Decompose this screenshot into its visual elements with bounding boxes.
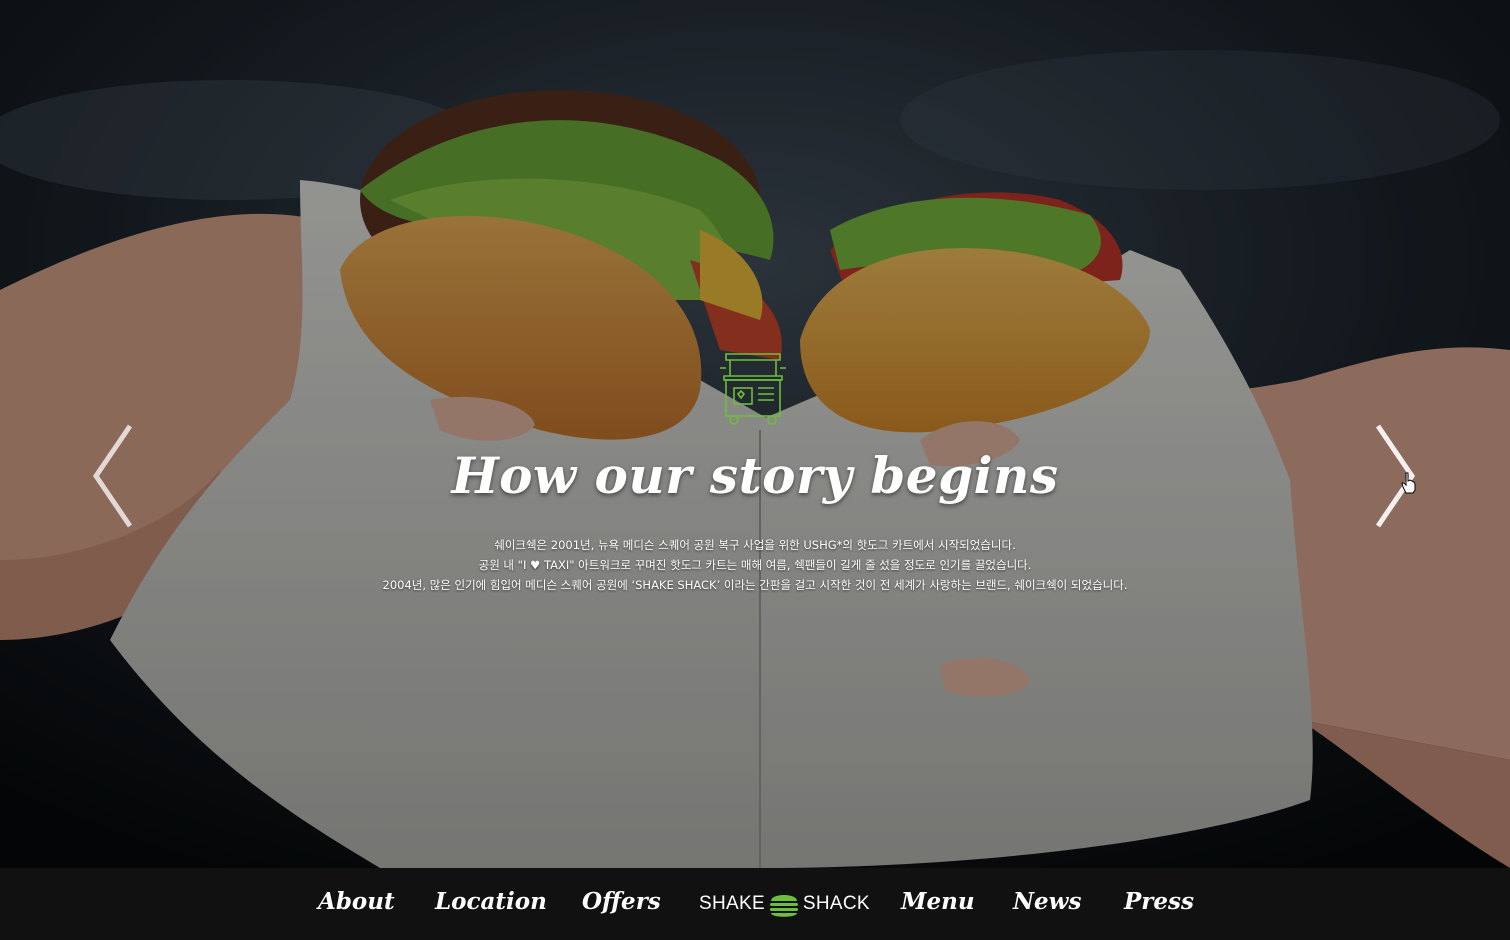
nav-item-location[interactable]: Location: [435, 888, 547, 915]
page: How our story begins 쉐이크쉑은 2001년, 뉴욕 메디슨…: [0, 0, 1510, 940]
hero-slider: How our story begins 쉐이크쉑은 2001년, 뉴욕 메디슨…: [0, 0, 1510, 868]
hero-description-line: 공원 내 "I ♥ TAXI" 아트워크로 꾸며진 핫도그 카트는 매해 여름,…: [478, 558, 1032, 572]
nav-item-about[interactable]: About: [318, 888, 395, 915]
logo-text-right: SHACK: [802, 893, 870, 914]
nav-item-offers[interactable]: Offers: [582, 888, 661, 915]
hero-description-line: 2004년, 많은 인기에 힘입어 메디슨 스퀘어 공원에 ‘SHAKE SHA…: [382, 578, 1128, 592]
nav-item-news[interactable]: News: [1013, 888, 1081, 915]
hero-description: 쉐이크쉑은 2001년, 뉴욕 메디슨 스퀘어 공원 복구 사업을 위한 USH…: [0, 535, 1510, 595]
shake-shack-logo[interactable]: SHAKE SHACK: [699, 884, 870, 924]
chevron-left-icon: [92, 424, 133, 528]
slider-prev-button[interactable]: [88, 420, 138, 532]
hand-cursor-icon: [1401, 472, 1416, 494]
logo-text-left: SHAKE: [699, 893, 765, 914]
hero-headline: How our story begins: [451, 446, 1059, 505]
hotdog-cart-icon: [720, 353, 786, 425]
nav-item-press[interactable]: Press: [1124, 888, 1194, 915]
hero-overlay: [0, 0, 1510, 868]
hero-description-line: 쉐이크쉑은 2001년, 뉴욕 메디슨 스퀘어 공원 복구 사업을 위한 USH…: [494, 538, 1016, 552]
nav-item-menu[interactable]: Menu: [901, 888, 975, 915]
main-navigation: About Location Offers SHAKE SHACK Menu N…: [0, 868, 1510, 940]
burger-logo-icon: [769, 895, 798, 917]
